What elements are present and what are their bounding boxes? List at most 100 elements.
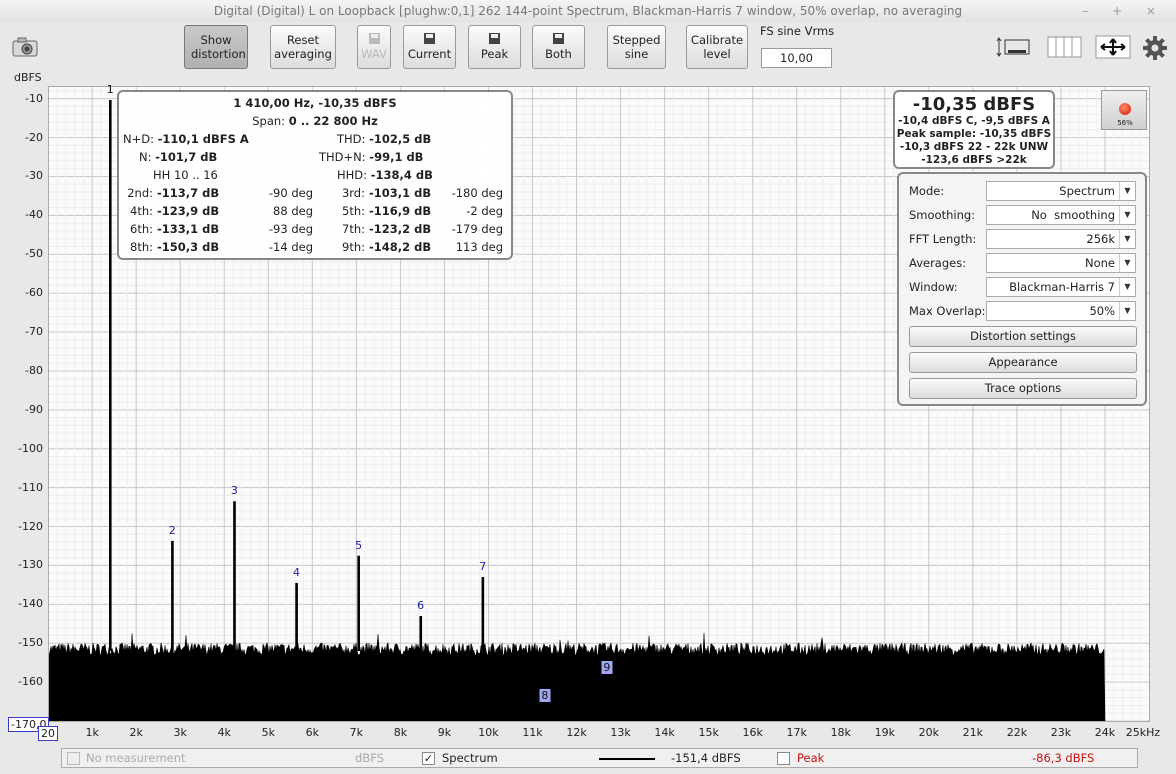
- save-peak-button[interactable]: Peak: [468, 25, 521, 69]
- camera-icon[interactable]: [10, 36, 40, 61]
- thd-value: -102,5 dB: [369, 132, 432, 146]
- wav-button[interactable]: WAV: [357, 25, 391, 69]
- trace-options-button[interactable]: Trace options: [909, 378, 1137, 399]
- harmonic-spike: [481, 577, 485, 651]
- show-distortion-label: Show distortion: [191, 33, 246, 61]
- level-main: -10,35 dBFS: [912, 94, 1036, 115]
- x-tick-label: 2k: [129, 726, 143, 739]
- calibrate-level-button[interactable]: Calibrate level: [686, 25, 748, 69]
- x-tick-label: 23k: [1050, 726, 1072, 739]
- record-indicator[interactable]: 56%: [1101, 90, 1147, 130]
- x-tick-label: 4k: [217, 726, 231, 739]
- fft-row: FFT Length: 256k ▼: [909, 229, 1137, 249]
- hhd-row: HHD: -138,4 dB: [337, 168, 433, 182]
- harmonic-marker-label: 8: [539, 688, 551, 702]
- wav-label: WAV: [361, 47, 387, 61]
- x-tick-label: 3k: [173, 726, 187, 739]
- level-unweighted: -10,3 dBFS 22 - 22k UNW: [899, 141, 1049, 153]
- gear-icon[interactable]: [1142, 35, 1168, 64]
- harmonic-l2: 7th:: [342, 222, 365, 236]
- mode-row: Mode: Spectrum ▼: [909, 181, 1137, 201]
- harmonic-spike: [419, 615, 423, 651]
- harmonic-p1: -90 deg: [268, 186, 313, 200]
- x-tick-label: 11k: [522, 726, 543, 739]
- x-tick-label: 5k: [261, 726, 275, 739]
- harmonic-p2: -2 deg: [466, 204, 503, 218]
- x-tick-label: 25kHz: [1125, 726, 1161, 739]
- harmonic-marker-label: 3: [230, 484, 238, 498]
- fs-sine-label: FS sine Vrms: [760, 24, 835, 38]
- x-tick-label: 12k: [566, 726, 587, 739]
- save-both-button[interactable]: Both: [532, 25, 585, 69]
- window-label: Window:: [909, 280, 958, 294]
- stepped-sine-button[interactable]: Stepped sine: [607, 25, 666, 69]
- save-icon: [553, 33, 564, 44]
- overlap-select[interactable]: 50% ▼: [986, 301, 1136, 321]
- nd-row: N+D: -110,1 dBFS A: [123, 132, 249, 146]
- trace-legend: No measurement dBFS ✓ Spectrum -151,4 dB…: [61, 748, 1138, 768]
- n-value: -101,7 dB: [155, 150, 218, 164]
- harmonic-p1: 88 deg: [273, 204, 313, 218]
- hhd-label: HHD:: [337, 168, 368, 182]
- distortion-settings-button[interactable]: Distortion settings: [909, 326, 1137, 347]
- spectrum-value: -151,4 dBFS: [671, 751, 741, 765]
- smoothing-select[interactable]: No smoothing ▼: [986, 205, 1136, 225]
- mode-select[interactable]: Spectrum ▼: [986, 181, 1136, 201]
- x-tick-label: 13k: [610, 726, 631, 739]
- chevron-down-icon: ▼: [1119, 206, 1135, 224]
- distortion-readout-panel: 1 410,00 Hz, -10,35 dBFS Span: 0 .. 22 8…: [117, 90, 513, 260]
- chevron-down-icon: ▼: [1119, 182, 1135, 200]
- peak-trace-value: -86,3 dBFS: [1032, 751, 1095, 765]
- y-tick-label: -80: [25, 363, 43, 377]
- x-tick-label: 15k: [698, 726, 719, 739]
- x-tick-label: 10k: [478, 726, 499, 739]
- fs-sine-input[interactable]: 10,00: [761, 48, 832, 68]
- span-label: Span:: [252, 114, 286, 128]
- columns-icon[interactable]: [1046, 35, 1084, 62]
- averages-select[interactable]: None ▼: [986, 253, 1136, 273]
- mode-label: Mode:: [909, 184, 945, 198]
- y-tick-label: -140: [18, 597, 43, 611]
- thd-row: THD: -102,5 dB: [337, 132, 431, 146]
- no-measurement-unit: dBFS: [355, 751, 384, 765]
- zoom-fit-icon[interactable]: [1095, 35, 1131, 62]
- chevron-down-icon: ▼: [1119, 302, 1135, 320]
- span-row: Span: 0 .. 22 800 Hz: [119, 114, 511, 128]
- harmonic-l1: 4th:: [130, 204, 153, 218]
- y-tick-label: -110: [18, 480, 43, 494]
- appearance-button[interactable]: Appearance: [909, 352, 1137, 373]
- fft-select[interactable]: 256k ▼: [986, 229, 1136, 249]
- harmonic-spike: [233, 501, 236, 651]
- harmonic-l2: 3rd:: [341, 186, 365, 200]
- no-measurement-checkbox[interactable]: [67, 752, 80, 765]
- averages-value: None: [1084, 256, 1115, 270]
- y-tick-label: -100: [18, 441, 43, 455]
- chevron-down-icon: ▼: [1119, 230, 1135, 248]
- harmonic-marker-label: 2: [168, 523, 176, 537]
- x-tick-label: 24k: [1094, 726, 1116, 739]
- peak-checkbox[interactable]: [777, 752, 790, 765]
- spectrum-checkbox[interactable]: ✓: [422, 752, 435, 765]
- record-dot-icon: [1119, 103, 1131, 115]
- chevron-down-icon: ▼: [1119, 278, 1135, 296]
- x-tick-label: 20k: [918, 726, 939, 739]
- show-distortion-button[interactable]: Show distortion: [184, 25, 248, 69]
- spectrum-label: Spectrum: [442, 751, 498, 765]
- fft-label: FFT Length:: [909, 232, 977, 246]
- x-min-input[interactable]: 20: [38, 726, 58, 741]
- harmonic-spike: [171, 540, 174, 651]
- reset-averaging-button[interactable]: Reset averaging: [270, 25, 336, 69]
- harmonic-marker-label: 1: [106, 83, 114, 97]
- save-current-button[interactable]: Current: [403, 25, 456, 69]
- fit-horizontal-icon[interactable]: [996, 35, 1034, 62]
- window-controls[interactable]: – + ×: [1082, 0, 1166, 22]
- harmonic-spike: [295, 582, 298, 651]
- peak-trace-label: Peak: [797, 751, 825, 765]
- y-tick-label: -120: [18, 519, 43, 533]
- y-tick-label: -160: [18, 675, 43, 689]
- x-tick-label: 18k: [830, 726, 851, 739]
- averages-row: Averages: None ▼: [909, 253, 1137, 273]
- x-tick-label: 17k: [786, 726, 807, 739]
- window-select[interactable]: Blackman-Harris 7 ▼: [986, 277, 1136, 297]
- harmonic-l1: 6th:: [130, 222, 153, 236]
